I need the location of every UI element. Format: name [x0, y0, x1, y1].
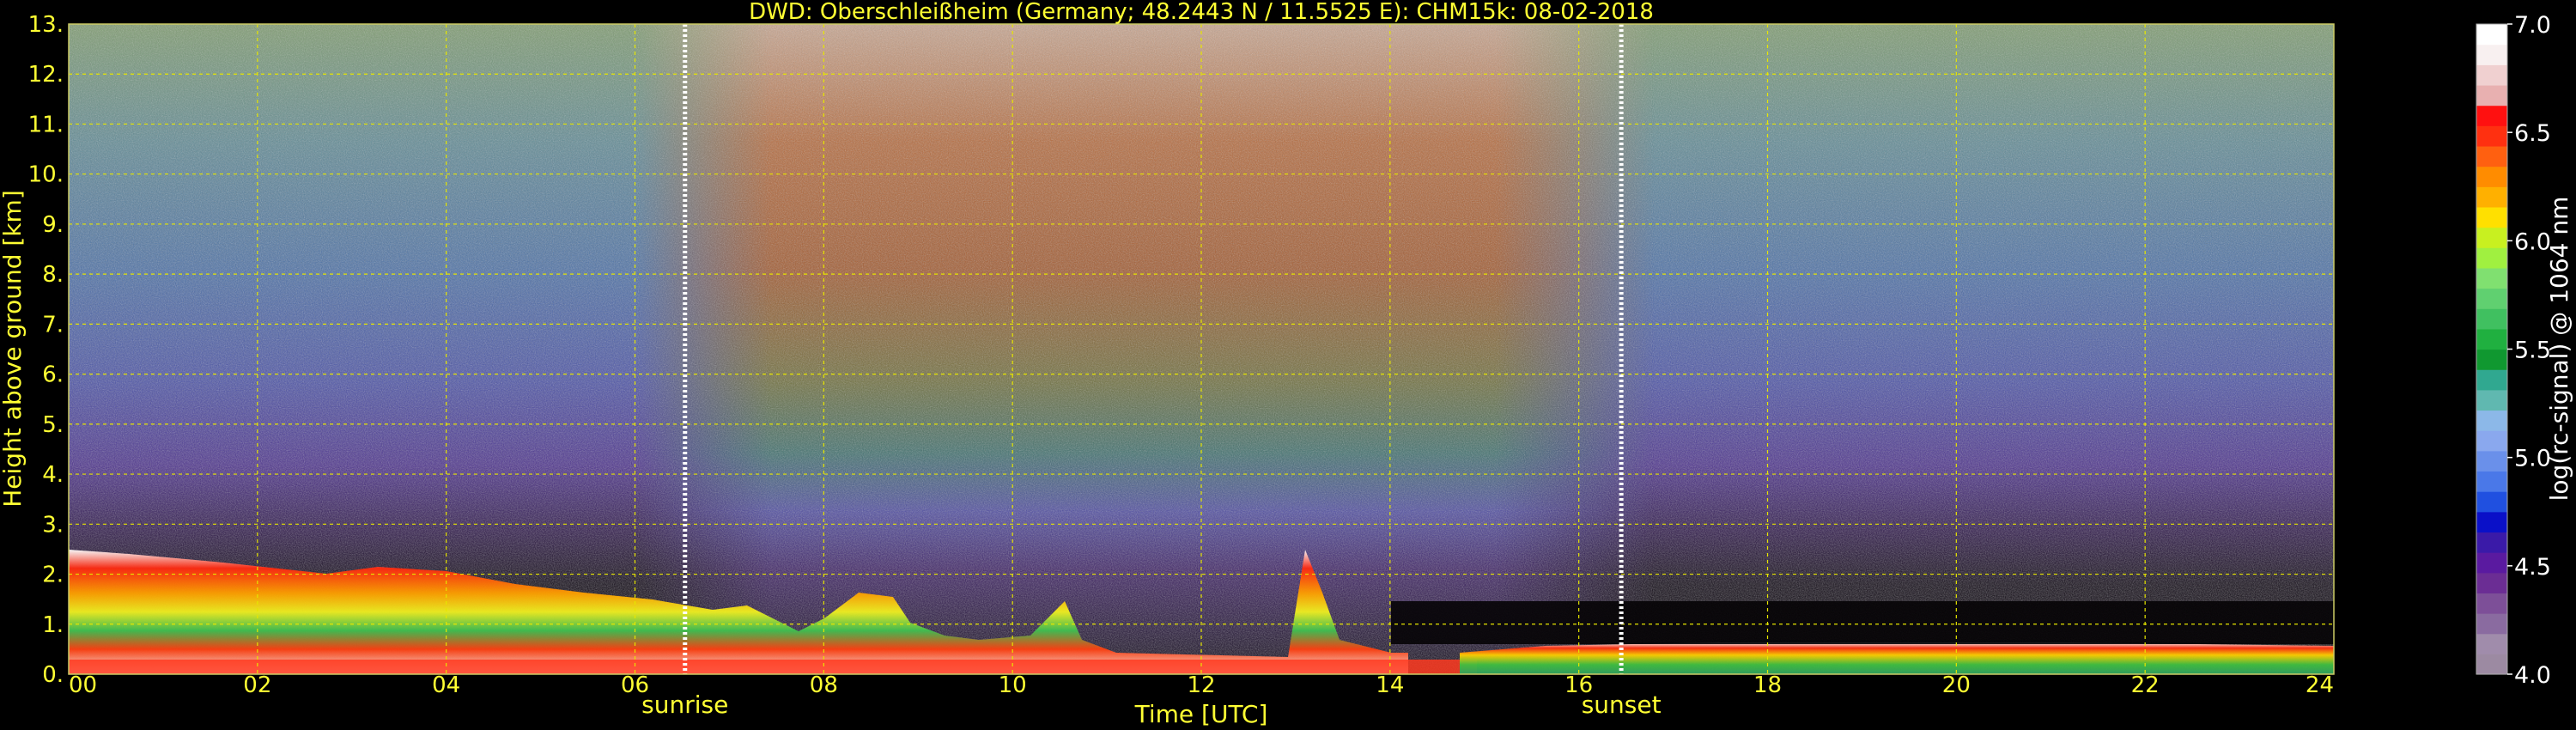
- surface-layer: [69, 660, 1477, 674]
- colorbar-segment: [2476, 389, 2507, 411]
- colorbar-segment: [2476, 186, 2507, 208]
- x-axis-label: Time [UTC]: [1134, 700, 1268, 728]
- y-axis-ticks: 0. 1. 2. 3. 4. 5. 6. 7. 8. 9. 10. 11. 12. 13.: [28, 12, 64, 688]
- colorbar-segment: [2476, 410, 2507, 431]
- colorbar-segment: [2476, 511, 2507, 533]
- x-tick-label: 04: [432, 672, 460, 698]
- colorbar-segment: [2476, 613, 2507, 635]
- colorbar-segment: [2476, 369, 2507, 391]
- chart-title: DWD: Oberschleißheim (Germany; 48.2443 N…: [749, 0, 1654, 25]
- colorbar-tick-label: 4.5: [2514, 554, 2551, 581]
- colorbar-segment: [2476, 532, 2507, 553]
- colorbar-segment: [2476, 247, 2507, 269]
- colorbar: 4.04.55.05.56.06.57.0: [2476, 12, 2551, 689]
- evening-dark-band: [1391, 601, 2334, 644]
- colorbar-segment: [2476, 552, 2507, 574]
- colorbar-segment: [2476, 206, 2507, 228]
- colorbar-segment: [2476, 24, 2507, 46]
- colorbar-segment: [2476, 105, 2507, 126]
- y-tick-label: 2.: [42, 563, 64, 588]
- colorbar-segment: [2476, 593, 2507, 614]
- x-tick-label: 22: [2131, 672, 2160, 698]
- y-tick-label: 0.: [42, 662, 64, 688]
- x-tick-label: 16: [1564, 672, 1593, 698]
- x-tick-label: 02: [243, 672, 271, 698]
- x-tick-label: 14: [1376, 672, 1404, 698]
- colorbar-segment: [2476, 328, 2507, 350]
- y-tick-label: 12.: [28, 62, 64, 88]
- colorbar-segment: [2476, 288, 2507, 309]
- y-tick-label: 11.: [28, 112, 64, 137]
- colorbar-segment: [2476, 267, 2507, 289]
- x-tick-label: 10: [999, 672, 1027, 698]
- colorbar-segment: [2476, 308, 2507, 330]
- colorbar-segment: [2476, 125, 2507, 147]
- colorbar-segment: [2476, 471, 2507, 492]
- colorbar-segment: [2476, 349, 2507, 370]
- y-tick-label: 10.: [28, 162, 64, 188]
- colorbar-segment: [2476, 84, 2507, 106]
- y-tick-label: 3.: [42, 512, 64, 538]
- colorbar-segment: [2476, 44, 2507, 65]
- x-tick-label: 20: [1942, 672, 1971, 698]
- x-tick-label: 12: [1187, 672, 1215, 698]
- y-tick-label: 8.: [42, 262, 64, 288]
- y-tick-label: 6.: [42, 362, 64, 388]
- colorbar-segment: [2476, 491, 2507, 513]
- y-tick-label: 9.: [42, 212, 64, 238]
- colorbar-segment: [2476, 227, 2507, 248]
- colorbar-tick-label: 7.0: [2514, 12, 2551, 39]
- y-tick-label: 13.: [28, 12, 64, 38]
- x-tick-label: 24: [2306, 672, 2334, 698]
- y-tick-label: 4.: [42, 462, 64, 488]
- y-axis-label: Height above ground [km]: [0, 190, 27, 508]
- colorbar-label: log(rc-signal) @ 1064 nm: [2545, 197, 2573, 502]
- x-axis-ticks: 00 02 04 06 08 10 12 14 16 18 20 22 24: [69, 672, 2334, 698]
- y-tick-label: 7.: [42, 312, 64, 338]
- colorbar-segment: [2476, 654, 2507, 675]
- colorbar-segment: [2476, 64, 2507, 86]
- boundary-layer-evening: [1460, 642, 2334, 674]
- colorbar-segment: [2476, 145, 2507, 167]
- ceilometer-figure: sunrise sunset 00 02 04 06 08 10 12 14 16 18 20 22 24…: [0, 0, 2573, 728]
- x-tick-label: 18: [1753, 672, 1782, 698]
- colorbar-segment: [2476, 430, 2507, 452]
- x-tick-label: 00: [69, 672, 97, 698]
- y-tick-label: 5.: [42, 412, 64, 438]
- y-tick-label: 1.: [42, 612, 64, 638]
- colorbar-tick-label: 6.5: [2514, 120, 2551, 147]
- colorbar-tick-label: 4.0: [2514, 662, 2551, 689]
- x-tick-label: 06: [621, 672, 649, 698]
- colorbar-segment: [2476, 633, 2507, 654]
- sun-marker-label: sunset: [1582, 690, 1662, 719]
- colorbar-segment: [2476, 450, 2507, 472]
- colorbar-segment: [2476, 572, 2507, 593]
- sun-marker-label: sunrise: [641, 690, 728, 719]
- colorbar-segment: [2476, 166, 2507, 187]
- x-tick-label: 08: [810, 672, 838, 698]
